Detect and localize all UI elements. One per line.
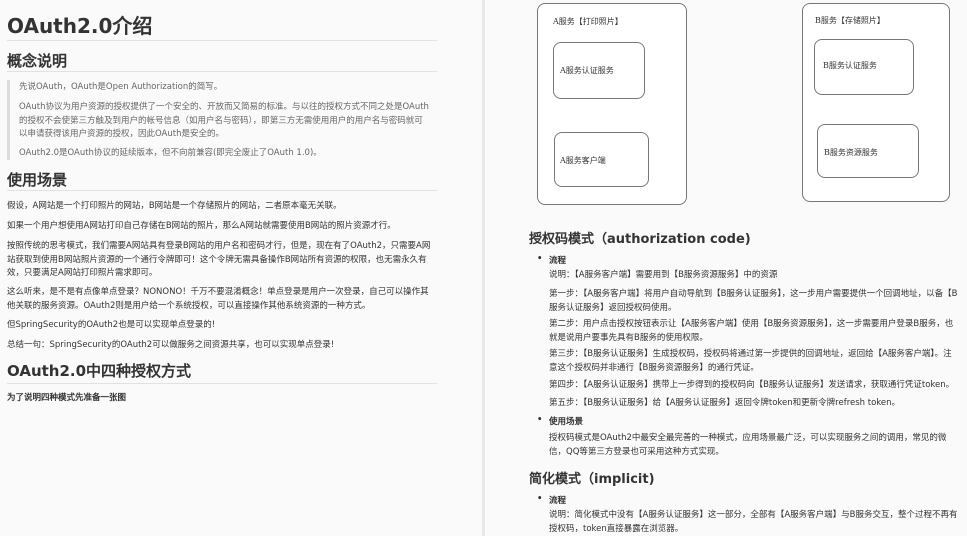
page-title: OAuth2.0介绍 — [7, 14, 153, 38]
page-separator — [482, 0, 485, 536]
scenario-para: 如果一个用户想使用A网站打印自己存储在B网站的照片，那么A网站就需要使用B网站的… — [7, 221, 396, 231]
diagram-a-client: A服务客户端 — [554, 132, 649, 187]
divider — [7, 190, 437, 191]
diagram-b-auth: B服务认证服务 — [814, 39, 914, 95]
quote-para: OAuth2.0是OAuth协议的延续版本，但不向前兼容(即完全废止了OAuth… — [19, 148, 322, 158]
diagram-label: B服务资源服务 — [824, 148, 878, 157]
usage-text: 授权码模式是OAuth2中最安全最完善的一种模式，应用场景最广泛，可以实现服务之… — [549, 433, 947, 457]
step: 说明：【A服务客户端】需要用到【B服务资源服务】中的资源 — [549, 270, 778, 280]
left-page: OAuth2.0介绍 概念说明 先说OAuth，OAuth是Open Autho… — [0, 0, 482, 536]
divider — [7, 383, 437, 384]
diagram-label: A服务客户端 — [560, 156, 606, 165]
step: 第三步：【B服务认证服务】生成授权码，授权码将通过第一步提供的回调地址，返回给【… — [549, 349, 952, 373]
quote-para: 先说OAuth，OAuth是Open Authorization的简写。 — [19, 82, 223, 92]
diagram-a-auth: A服务认证服务 — [553, 42, 645, 99]
step: 第二步：用户点击授权按钮表示让【A服务客户端】使用【B服务资源服务】，这一步需要… — [549, 319, 954, 343]
bullet-flow: 流程 — [537, 494, 566, 506]
diagram-label: A服务【打印照片】 — [553, 17, 623, 26]
diagram-label: B服务认证服务 — [823, 61, 877, 70]
divider — [7, 40, 437, 41]
scenario-para: 假设，A网站是一个打印照片的网站，B网站是一个存储照片的网站，二者原本毫无关联。 — [7, 201, 342, 211]
heading-four-modes: OAuth2.0中四种授权方式 — [7, 362, 192, 380]
diagram-label: B服务【存储照片】 — [815, 16, 885, 25]
scenario-para: 总结一句：SpringSecurity的OAuth2可以做服务之间资源共享，也可… — [7, 340, 335, 350]
diagram-b-resource: B服务资源服务 — [817, 124, 919, 178]
heading-scenario: 使用场景 — [7, 171, 68, 189]
divider — [7, 71, 437, 72]
bullet-usage: 使用场景 — [537, 415, 583, 427]
diagram-note: 为了说明四种模式先准备一张图 — [7, 393, 127, 403]
heading-auth-code: 授权码模式（authorization code) — [529, 232, 751, 247]
diagram-label: A服务认证服务 — [560, 66, 614, 75]
scenario-para: 这么听来，是不是有点像单点登录？NONONO！千万不要混淆概念！单点登录是用户一… — [7, 287, 429, 311]
implicit-desc: 说明：简化模式中没有【A服务认证服务】这一部分，全部有【A服务客户端】与B服务交… — [549, 510, 958, 534]
quote-para: OAuth协议为用户资源的授权提供了一个安全的、开放而又简易的标准。与以往的授权… — [19, 102, 429, 139]
step: 第五步：【B服务认证服务】给【A服务认证服务】返回令牌token和更新令牌ref… — [549, 398, 901, 408]
step: 第四步：【A服务认证服务】携带上一步得到的授权码向【B服务认证服务】发送请求，获… — [549, 380, 955, 390]
bullet-flow: 流程 — [537, 254, 566, 266]
blockquote-bar — [7, 80, 10, 160]
heading-implicit: 简化模式（implicit) — [529, 472, 655, 487]
heading-concept: 概念说明 — [7, 52, 68, 70]
scenario-para: 但SpringSecurity的OAuth2也是可以实现单点登录的! — [7, 320, 216, 330]
scenario-para: 按照传统的思考模式，我们需要A网站具有登录B网站的用户名和密码才行，但是，现在有… — [7, 241, 431, 278]
step: 第一步：【A服务客户端】将用户自动导航到【B服务认证服务】，这一步用户需要提供一… — [549, 289, 958, 313]
